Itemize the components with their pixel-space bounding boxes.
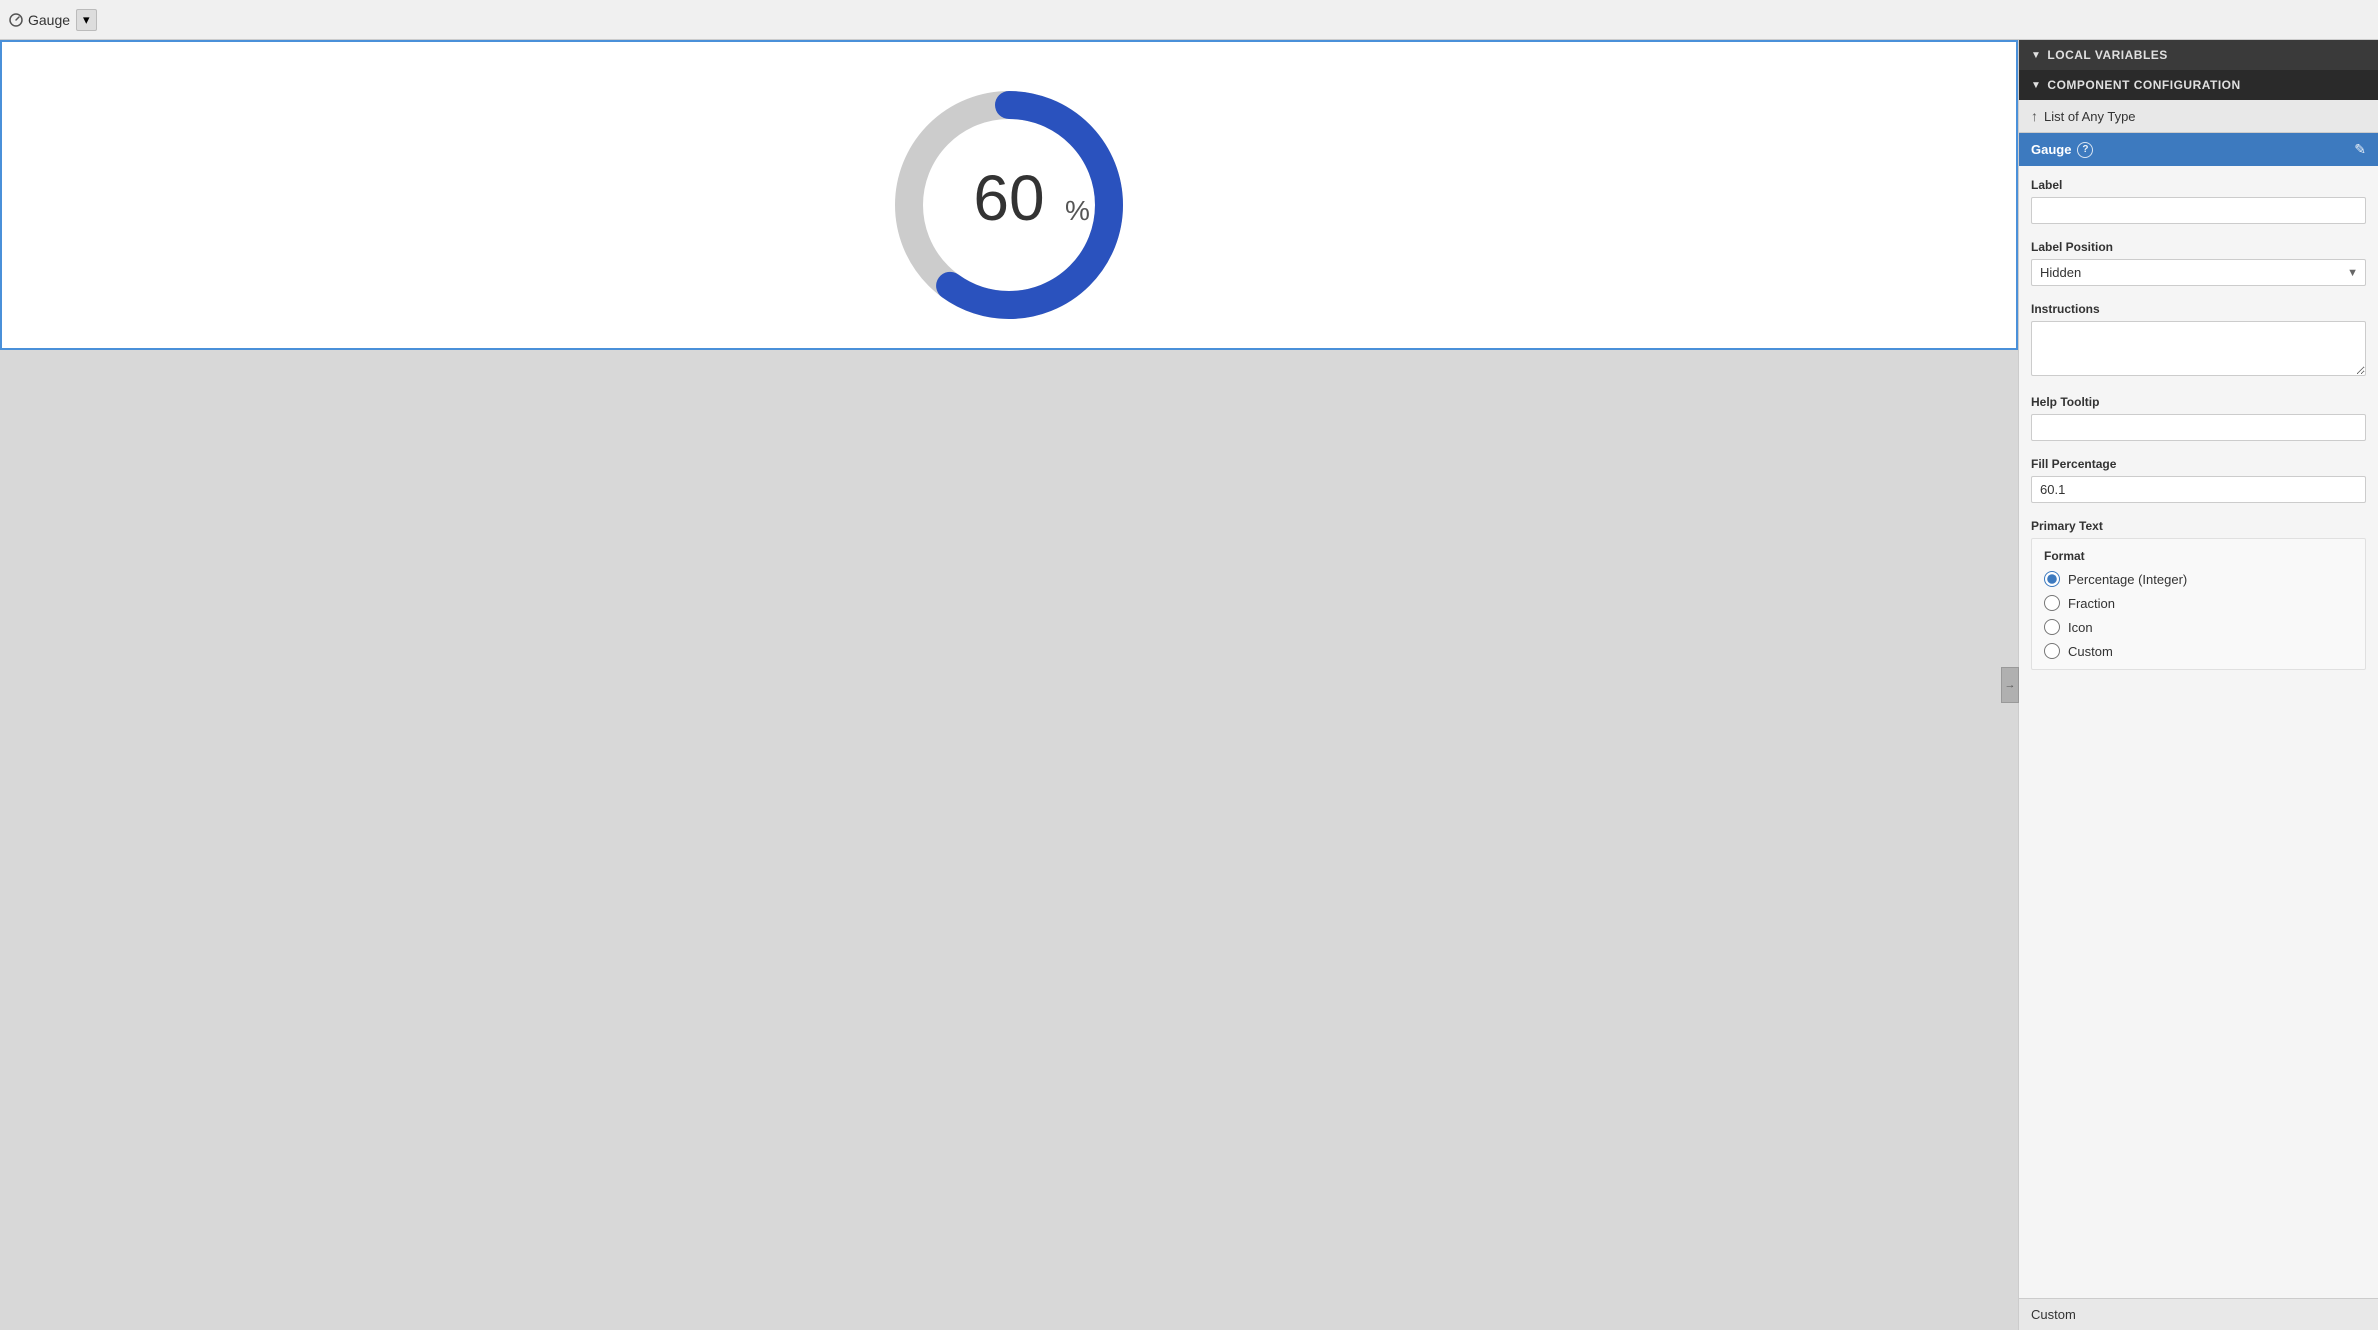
format-custom-item[interactable]: Custom	[2044, 643, 2353, 659]
gauge-dropdown-button[interactable]: ▾	[76, 9, 97, 31]
format-fraction-item[interactable]: Fraction	[2044, 595, 2353, 611]
instructions-group: Instructions	[2031, 302, 2366, 379]
main-layout: 60 % → ▼ LOCAL VARIABLES ▼ COMPONENT CON…	[0, 40, 2378, 1330]
list-of-type-label: List of Any Type	[2044, 109, 2136, 124]
help-tooltip-label: Help Tooltip	[2031, 395, 2366, 409]
top-bar: Gauge ▾	[0, 0, 2378, 40]
label-position-label: Label Position	[2031, 240, 2366, 254]
format-custom-label: Custom	[2068, 644, 2113, 659]
primary-text-label: Primary Text	[2031, 519, 2366, 533]
primary-text-section: Format Percentage (Integer) Fraction	[2031, 538, 2366, 670]
format-label: Format	[2044, 549, 2353, 563]
component-config-section-header[interactable]: ▼ COMPONENT CONFIGURATION	[2019, 70, 2378, 100]
gauge-config-header: Gauge ? ✎	[2019, 133, 2378, 166]
gauge-config-label: Gauge	[2031, 142, 2071, 157]
canvas-area: 60 % →	[0, 40, 2018, 1330]
label-position-group: Label Position Hidden Top Bottom Left Ri…	[2031, 240, 2366, 286]
gauge-help-button[interactable]: ?	[2077, 142, 2093, 158]
right-panel: ▼ LOCAL VARIABLES ▼ COMPONENT CONFIGURAT…	[2018, 40, 2378, 1330]
format-icon-item[interactable]: Icon	[2044, 619, 2353, 635]
format-percentage-integer-radio[interactable]	[2044, 571, 2060, 587]
list-of-type-icon: ↑	[2031, 108, 2038, 124]
format-percentage-integer-label: Percentage (Integer)	[2068, 572, 2187, 587]
primary-text-group: Primary Text Format Percentage (Integer)…	[2031, 519, 2366, 670]
format-percentage-integer-item[interactable]: Percentage (Integer)	[2044, 571, 2353, 587]
canvas-rest	[0, 350, 2018, 1330]
collapse-panel-button[interactable]: →	[2001, 667, 2019, 703]
label-input[interactable]	[2031, 197, 2366, 224]
custom-section: Custom	[2019, 1298, 2378, 1330]
instructions-textarea[interactable]	[2031, 321, 2366, 376]
label-position-select[interactable]: Hidden Top Bottom Left Right	[2031, 259, 2366, 286]
instructions-label: Instructions	[2031, 302, 2366, 316]
label-group: Label	[2031, 178, 2366, 224]
local-vars-section-header[interactable]: ▼ LOCAL VARIABLES	[2019, 40, 2378, 70]
list-of-type-row[interactable]: ↑ List of Any Type	[2019, 100, 2378, 133]
top-bar-title: Gauge	[28, 12, 70, 28]
format-custom-radio[interactable]	[2044, 643, 2060, 659]
component-config-arrow: ▼	[2031, 80, 2041, 91]
gauge-icon	[8, 12, 24, 28]
gauge-chart: 60 %	[869, 65, 1149, 325]
label-position-select-wrapper: Hidden Top Bottom Left Right ▼	[2031, 259, 2366, 286]
fill-percentage-label: Fill Percentage	[2031, 457, 2366, 471]
format-icon-label: Icon	[2068, 620, 2093, 635]
format-fraction-radio[interactable]	[2044, 595, 2060, 611]
component-config-label: COMPONENT CONFIGURATION	[2047, 78, 2240, 92]
gauge-widget[interactable]: 60 %	[0, 40, 2018, 350]
fill-percentage-input[interactable]: 60.1	[2031, 476, 2366, 503]
local-vars-arrow: ▼	[2031, 50, 2041, 61]
gauge-edit-icon[interactable]: ✎	[2354, 141, 2366, 158]
gauge-svg-wrapper: 60 %	[859, 55, 1159, 335]
config-form: Label Label Position Hidden Top Bottom L…	[2019, 166, 2378, 698]
format-icon-radio[interactable]	[2044, 619, 2060, 635]
gauge-header-left: Gauge ?	[2031, 142, 2093, 158]
label-field-label: Label	[2031, 178, 2366, 192]
help-tooltip-input[interactable]	[2031, 414, 2366, 441]
format-radio-group: Percentage (Integer) Fraction Icon	[2044, 571, 2353, 659]
svg-text:%: %	[1065, 195, 1090, 226]
format-fraction-label: Fraction	[2068, 596, 2115, 611]
fill-percentage-group: Fill Percentage 60.1	[2031, 457, 2366, 503]
custom-label: Custom	[2031, 1307, 2076, 1322]
svg-text:60: 60	[973, 162, 1044, 234]
local-vars-label: LOCAL VARIABLES	[2047, 48, 2167, 62]
help-tooltip-group: Help Tooltip	[2031, 395, 2366, 441]
